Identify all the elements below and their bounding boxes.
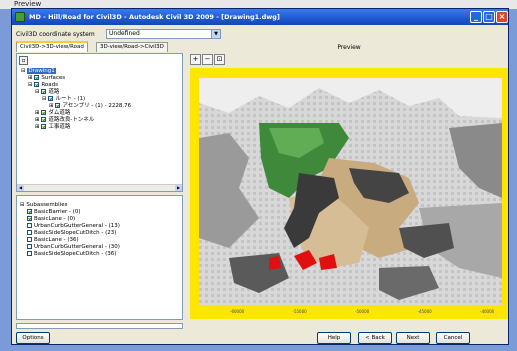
x-tick-label: -40000 [480,309,495,314]
subassembly-label: BasicLane - (36) [34,237,79,243]
tree-item-label: Surfaces [41,75,66,81]
back-button[interactable]: < Back [358,332,392,344]
subassembly-checkbox[interactable] [27,230,32,235]
tree-item[interactable]: ⊞ 道路改良-トンネル [35,117,94,124]
tab-3dview-to-civil3d[interactable]: 3D-view/Road->Civil3D [96,42,168,52]
tree-item[interactable]: ⊟ Roads [28,82,58,89]
tree-item[interactable]: ⊞ アセンブリ - (1) - 2228.76 [49,103,131,110]
subassembly-checkbox[interactable] [27,216,32,221]
subassembly-checkbox[interactable] [27,237,32,242]
zoom-in-icon[interactable]: + [190,54,201,65]
preview-title: Preview [337,44,361,51]
minimize-button[interactable]: _ [470,11,482,23]
tree-item-label: Drawing1 [27,68,56,74]
subassembly-item[interactable]: UrbanCurbGutterGeneral - (13) [27,223,120,230]
tree-item-checkbox[interactable] [34,75,40,80]
subassemblies-header[interactable]: ⊟ Subassemblies [20,202,67,209]
subassembly-label: BasicBarrier - (0) [34,209,81,215]
tree-item[interactable]: ⊞ ダム道路 [35,110,70,117]
zoom-out-icon[interactable]: − [202,54,213,65]
tree-item-checkbox[interactable] [41,110,47,115]
chevron-down-icon[interactable]: ▼ [211,30,220,38]
tree-item-label: 道路改良-トンネル [48,117,95,123]
progress-bar [16,323,183,329]
tree-horizontal-scrollbar[interactable]: ◀ ▶ [17,184,182,191]
subassembly-item[interactable]: BasicSideSlopeCutDitch - (23) [27,230,116,237]
tree-item[interactable]: ⊟ 道路 [35,89,59,96]
subassembly-checkbox[interactable] [27,209,32,214]
subassembly-checkbox[interactable] [27,251,32,256]
tree-item[interactable]: ⊞ 工事道路 [35,124,70,131]
options-button[interactable]: Options [16,332,50,344]
terrain-image [199,78,502,305]
subassembly-label: BasicLane - (0) [34,216,76,222]
tree-item-checkbox[interactable] [41,89,47,94]
road-tree-panel: ▫ ⊟ Drawing1 ⊞ Surfaces ⊟ Roads ⊟ 道路 ⊟ ルート -… [16,53,183,192]
tree-item-checkbox[interactable] [41,117,47,122]
tree-item-checkbox[interactable] [34,82,40,87]
coordinate-system-label: Civil3D coordinate system [16,31,95,38]
next-button[interactable]: Next [396,332,430,344]
tree-item-label: 工事道路 [48,124,71,130]
scroll-left-icon[interactable]: ◀ [17,185,24,191]
subassemblies-panel: ⊟ Subassemblies BasicBarrier - (0) BasicL… [16,195,183,320]
subassembly-item[interactable]: BasicLane - (0) [27,216,75,223]
tree-item-label: アセンブリ - (1) - 2228.76 [62,103,132,109]
tree-item-checkbox[interactable] [55,103,61,108]
tree-item[interactable]: ⊟ ルート - (1) [42,96,85,103]
x-tick-label: -50000 [355,309,370,314]
x-tick-label: -55000 [292,309,307,314]
title-bar[interactable]: MD - Hill/Road for Civil3D - Autodesk Ci… [12,9,508,25]
subassembly-label: UrbanCurbGutterGeneral - (30) [34,244,120,250]
tree-item-label: Roads [41,82,59,88]
cancel-button[interactable]: Cancel [436,332,470,344]
terrain-svg [199,78,502,305]
tree-item-label: ルート - (1) [55,96,86,102]
coordinate-system-select[interactable]: Undefined ▼ [106,29,221,39]
tree-refresh-icon[interactable]: ▫ [19,56,28,65]
tree-item-checkbox[interactable] [41,124,47,129]
zoom-extents-icon[interactable]: ⊡ [214,54,225,65]
tree-item-checkbox[interactable] [48,96,54,101]
tree-item[interactable]: ⊟ Drawing1 [21,68,56,75]
tab-civil3d-to-3dview[interactable]: Civil3D->3D-view/Road [16,41,88,52]
x-tick-label: -45000 [417,309,432,314]
subassembly-item[interactable]: BasicBarrier - (0) [27,209,81,216]
preview-map[interactable]: -60000 -55000 -50000 -45000 -40000 [190,68,508,319]
help-button[interactable]: Help [317,332,351,344]
subassembly-checkbox[interactable] [27,223,32,228]
tree-item[interactable]: ⊞ Surfaces [28,75,65,82]
x-tick-label: -60000 [230,309,245,314]
main-window: MD - Hill/Road for Civil3D - Autodesk Ci… [11,8,509,345]
subassemblies-header-label: Subassemblies [26,202,68,208]
subassembly-item[interactable]: UrbanCurbGutterGeneral - (30) [27,244,120,251]
coordinate-system-value: Undefined [109,30,140,37]
scroll-right-icon[interactable]: ▶ [175,185,182,191]
tree-item-label: 道路 [48,89,60,95]
subassembly-label: BasicSideSlopeCutDitch - (23) [34,230,117,236]
subassembly-item[interactable]: BasicSideSlopeCutDitch - (36) [27,251,116,258]
subassembly-item[interactable]: BasicLane - (36) [27,237,79,244]
tree-item-label: ダム道路 [48,110,71,116]
maximize-button[interactable]: □ [483,11,495,23]
app-icon [15,12,25,22]
subassembly-label: BasicSideSlopeCutDitch - (36) [34,251,117,257]
close-button[interactable]: × [496,11,508,23]
window-title: MD - Hill/Road for Civil3D - Autodesk Ci… [29,13,280,21]
subassembly-checkbox[interactable] [27,244,32,249]
subassembly-label: UrbanCurbGutterGeneral - (13) [34,223,120,229]
